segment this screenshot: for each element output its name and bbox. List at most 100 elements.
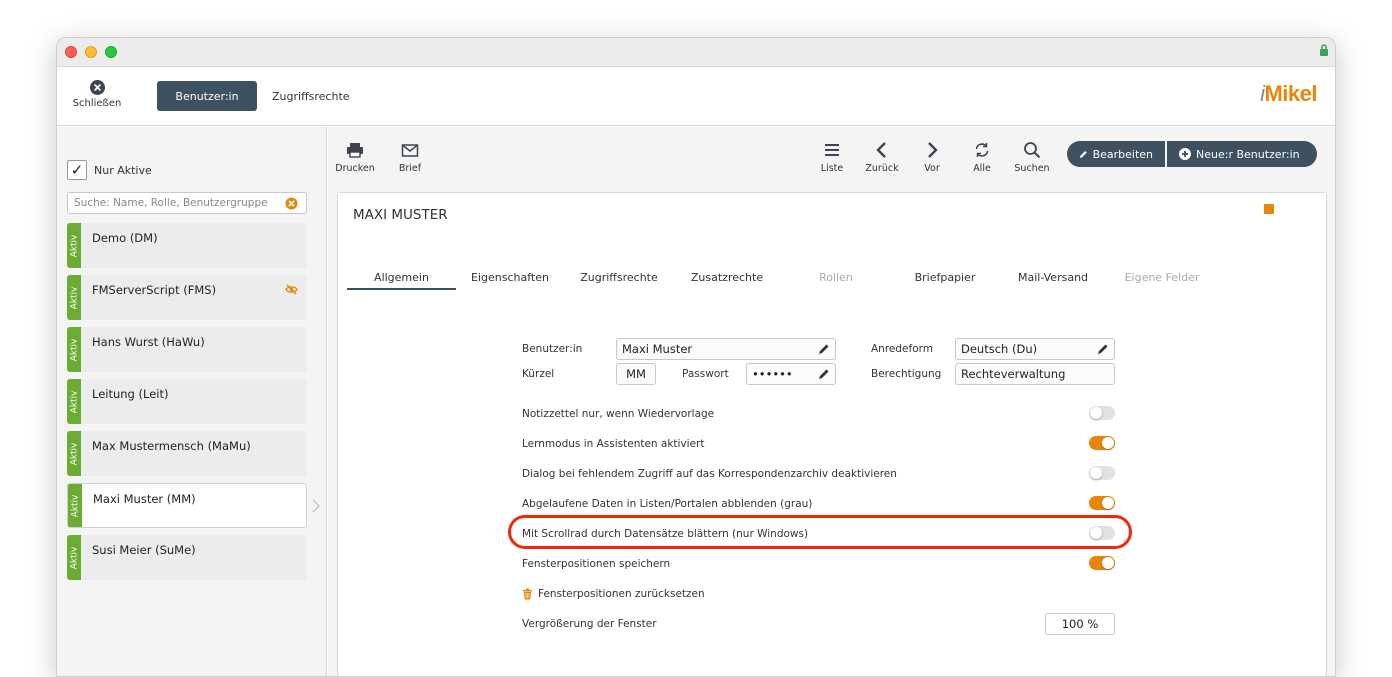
letter-button[interactable]: Brief — [385, 141, 435, 174]
search-input[interactable]: Suche: Name, Rolle, Benutzergruppe — [67, 192, 307, 214]
search-placeholder: Suche: Name, Rolle, Benutzergruppe — [74, 197, 268, 209]
setting-toggle[interactable] — [1089, 556, 1115, 570]
sidebar: ✓ Nur Aktive Suche: Name, Rolle, Benutze… — [57, 127, 327, 676]
status-badge: Aktiv — [67, 431, 81, 476]
status-badge: Aktiv — [67, 223, 81, 268]
minimize-window-button[interactable] — [85, 46, 97, 58]
refresh-icon — [975, 143, 989, 157]
list-item[interactable]: Aktiv Max Mustermensch (MaMu) — [67, 431, 307, 476]
edit-button[interactable]: Bearbeiten — [1067, 141, 1165, 167]
status-badge: Aktiv — [67, 535, 81, 580]
setting-label: Notizzettel nur, wenn Wiedervorlage — [522, 408, 715, 420]
main-panel: Drucken Brief Liste Zurück Vor Alle Such… — [328, 127, 1335, 676]
salutation-field[interactable]: Deutsch (Du) — [955, 338, 1115, 360]
setting-label: Fensterpositionen speichern — [522, 558, 671, 570]
zoom-window-button[interactable] — [105, 46, 117, 58]
user-name: Maxi Muster (MM) — [93, 492, 196, 506]
permission-field[interactable]: Rechteverwaltung — [955, 363, 1115, 385]
app-logo: iMikel — [1260, 81, 1317, 106]
short-field[interactable]: MM — [616, 363, 656, 385]
user-name: Susi Meier (SuMe) — [92, 543, 196, 557]
search-icon — [1024, 142, 1041, 159]
setting-toggle[interactable] — [1089, 436, 1115, 450]
pencil-icon[interactable] — [1097, 343, 1109, 355]
only-active-filter[interactable]: ✓ Nur Aktive — [67, 160, 152, 180]
short-label: Kürzel — [522, 368, 555, 380]
record-tabs: Allgemein Eigenschaften Zugriffsrechte Z… — [347, 271, 1307, 291]
printer-icon — [347, 143, 363, 158]
user-tab-button[interactable]: Benutzer:in — [157, 81, 257, 111]
lock-icon — [1320, 44, 1328, 56]
note-icon[interactable] — [1264, 204, 1274, 214]
tab-eigenschaften[interactable]: Eigenschaften — [465, 271, 555, 284]
pencil-icon[interactable] — [818, 368, 830, 380]
close-label: Schließen — [72, 98, 122, 109]
reset-positions-button[interactable]: Fensterpositionen zurücksetzen — [522, 588, 705, 600]
title-bar — [57, 38, 1335, 67]
user-name: Max Mustermensch (MaMu) — [92, 439, 251, 453]
setting-label: Dialog bei fehlendem Zugriff auf das Kor… — [522, 468, 897, 480]
record-card: MAXI MUSTER Allgemein Eigenschaften Zugr… — [337, 192, 1327, 676]
print-button[interactable]: Drucken — [330, 141, 380, 174]
clear-search-icon[interactable] — [285, 197, 298, 210]
status-badge: Aktiv — [67, 275, 81, 320]
chevron-left-icon — [876, 142, 886, 158]
list-item[interactable]: Aktiv Hans Wurst (HaWu) — [67, 327, 307, 372]
setting-toggle[interactable] — [1089, 496, 1115, 510]
chevron-right-icon — [312, 499, 320, 513]
tab-rollen: Rollen — [819, 271, 853, 284]
pencil-icon — [1079, 150, 1087, 158]
forward-button[interactable]: Vor — [907, 141, 957, 174]
zoom-label: Vergrößerung der Fenster — [522, 618, 657, 630]
zoom-field[interactable]: 100 % — [1045, 613, 1115, 635]
new-user-button[interactable]: Neue:r Benutzer:in — [1167, 141, 1317, 167]
user-name: FMServerScript (FMS) — [92, 283, 217, 297]
eye-slash-icon — [285, 284, 298, 295]
setting-label: Abgelaufene Daten in Listen/Portalen abb… — [522, 498, 813, 510]
back-button[interactable]: Zurück — [857, 141, 907, 174]
user-name: Demo (DM) — [92, 231, 158, 245]
user-name: Hans Wurst (HaWu) — [92, 335, 205, 349]
trash-icon — [523, 588, 532, 600]
only-active-checkbox[interactable]: ✓ — [67, 160, 87, 180]
all-button[interactable]: Alle — [957, 141, 1007, 174]
tab-briefpapier[interactable]: Briefpapier — [900, 271, 990, 284]
permission-label: Berechtigung — [871, 368, 942, 380]
list-item[interactable]: Aktiv Demo (DM) — [67, 223, 307, 268]
status-badge: Aktiv — [67, 327, 81, 372]
only-active-label: Nur Aktive — [94, 163, 152, 177]
search-button[interactable]: Suchen — [1007, 141, 1057, 174]
close-circle-icon — [89, 80, 105, 95]
user-list: Aktiv Demo (DM) Aktiv FMServerScript (FM… — [67, 223, 307, 587]
user-name: Leitung (Leit) — [92, 387, 169, 401]
list-item[interactable]: Aktiv FMServerScript (FMS) — [67, 275, 307, 320]
password-field[interactable]: •••••• — [746, 363, 836, 385]
list-item-selected[interactable]: Aktiv Maxi Muster (MM) — [67, 483, 307, 528]
list-icon — [825, 144, 839, 156]
setting-toggle[interactable] — [1089, 466, 1115, 480]
status-badge: Aktiv — [67, 379, 81, 424]
envelope-icon — [401, 144, 419, 157]
record-title: MAXI MUSTER — [353, 207, 448, 223]
password-label: Passwort — [682, 368, 729, 380]
top-bar: Schließen Benutzer:in Zugriffsrechte iMi… — [57, 67, 1335, 126]
tab-allgemein[interactable]: Allgemein — [347, 271, 456, 290]
highlight-ring — [508, 515, 1132, 549]
pencil-icon[interactable] — [818, 343, 830, 355]
tab-mail-versand[interactable]: Mail-Versand — [1008, 271, 1098, 284]
user-field[interactable]: Maxi Muster — [616, 338, 836, 360]
user-field-label: Benutzer:in — [522, 343, 583, 355]
tab-zusatzrechte[interactable]: Zusatzrechte — [682, 271, 772, 284]
app-window: Schließen Benutzer:in Zugriffsrechte iMi… — [56, 37, 1336, 677]
salutation-label: Anredeform — [871, 343, 933, 355]
plus-circle-icon — [1179, 148, 1191, 160]
list-button[interactable]: Liste — [807, 141, 857, 174]
access-rights-link[interactable]: Zugriffsrechte — [272, 90, 350, 103]
tab-zugriffsrechte[interactable]: Zugriffsrechte — [574, 271, 664, 284]
close-button[interactable]: Schließen — [69, 79, 125, 109]
chevron-right-icon — [928, 142, 938, 158]
close-window-button[interactable] — [65, 46, 77, 58]
setting-toggle[interactable] — [1089, 406, 1115, 420]
list-item[interactable]: Aktiv Leitung (Leit) — [67, 379, 307, 424]
list-item[interactable]: Aktiv Susi Meier (SuMe) — [67, 535, 307, 580]
